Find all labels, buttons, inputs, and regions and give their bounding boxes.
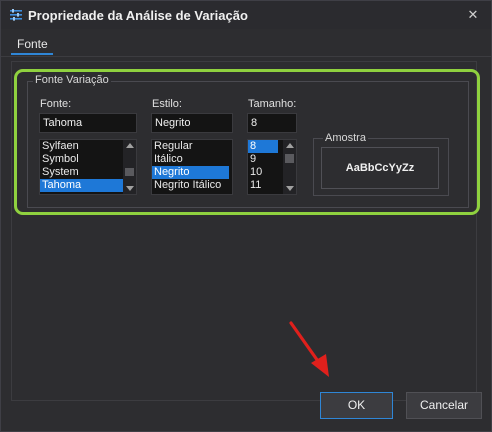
close-icon: ✕: [467, 7, 479, 22]
properties-icon: [10, 9, 22, 21]
highlight-annotation: [14, 69, 480, 215]
dialog-window: Propriedade da Análise de Variação ✕ Fon…: [0, 0, 492, 432]
ok-button[interactable]: OK: [320, 392, 393, 419]
red-arrow-annotation: [289, 321, 329, 377]
tab-bar: Fonte: [1, 29, 491, 57]
close-button[interactable]: ✕: [463, 5, 483, 25]
tab-fonte[interactable]: Fonte: [11, 37, 54, 51]
cancel-button[interactable]: Cancelar: [406, 392, 482, 419]
tab-separator: [1, 56, 491, 57]
tab-active-indicator: [11, 53, 53, 55]
title-bar: Propriedade da Análise de Variação ✕: [1, 1, 491, 29]
window-title: Propriedade da Análise de Variação: [28, 8, 248, 23]
